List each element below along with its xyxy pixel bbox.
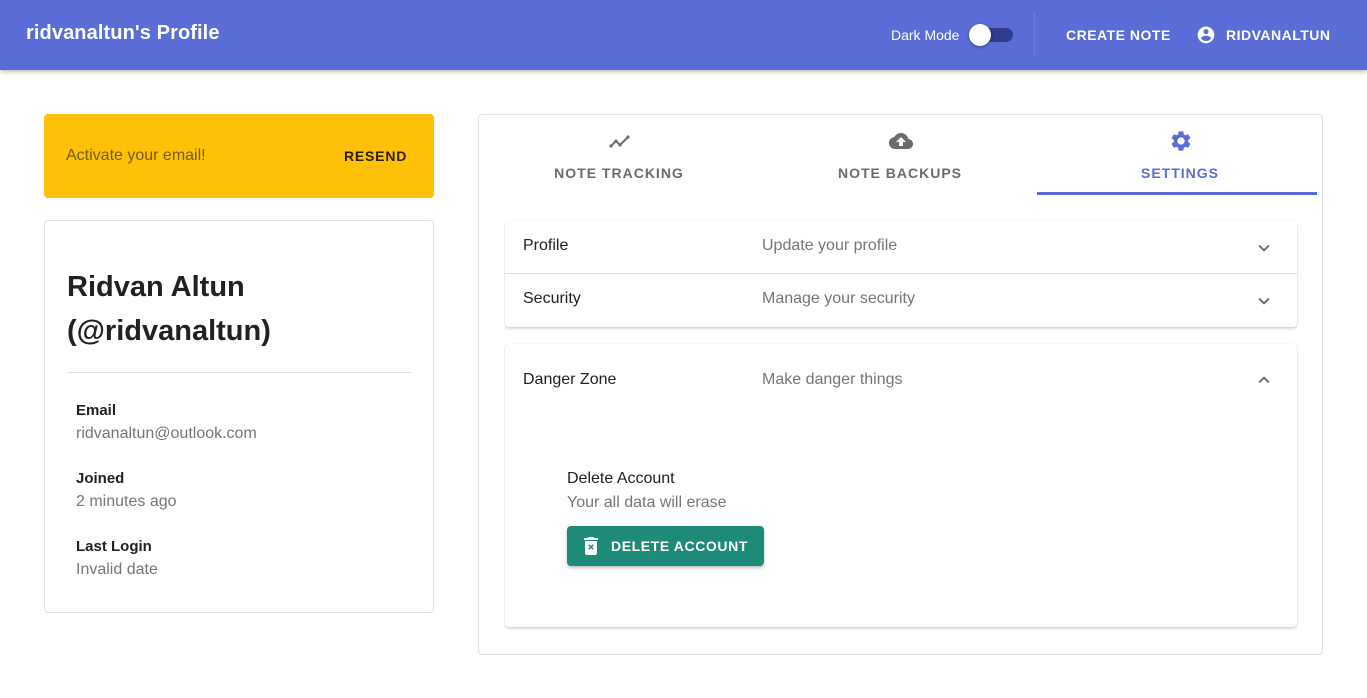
accordion-danger-zone: Danger Zone Make danger things Delete Ac… (505, 344, 1297, 627)
create-note-button[interactable]: CREATE NOTE (1058, 23, 1179, 47)
last-login-value: Invalid date (76, 561, 158, 578)
profile-card: Ridvan Altun (@ridvanaltun) Email ridvan… (44, 220, 434, 613)
trending-icon (609, 135, 630, 148)
dark-mode-label: Dark Mode (891, 27, 960, 43)
accordion-summary: Update your profile (762, 237, 898, 254)
danger-zone-header[interactable]: Danger Zone Make danger things (505, 344, 1297, 414)
tab-label: SETTINGS (1140, 165, 1219, 181)
last-login-label: Last Login (76, 538, 152, 555)
tab-indicator (1037, 192, 1317, 195)
chevron-down-icon (1258, 244, 1270, 252)
settings-panel: NOTE TRACKING NOTE BACKUPS SETTINGS Prof… (478, 114, 1323, 655)
delete-account-label: DELETE ACCOUNT (611, 538, 748, 554)
joined-value: 2 minutes ago (76, 493, 177, 510)
email-value: ridvanaltun@outlook.com (76, 425, 257, 442)
activate-email-alert: Activate your email! RESEND (44, 114, 434, 198)
alert-message: Activate your email! (66, 147, 206, 164)
app-bar: ridvanaltun's Profile Dark Mode CREATE N… (0, 0, 1367, 70)
accordion-heading: Security (523, 290, 581, 307)
profile-full-name: Ridvan Altun (67, 271, 245, 303)
user-menu-button[interactable]: RIDVANALTUN (1190, 23, 1337, 47)
joined-label: Joined (76, 470, 125, 487)
user-menu-label: RIDVANALTUN (1226, 27, 1331, 43)
tab-settings[interactable]: SETTINGS (1040, 115, 1320, 195)
tab-note-tracking[interactable]: NOTE TRACKING (479, 115, 759, 195)
delete-account-title: Delete Account (567, 470, 675, 487)
chevron-up-icon (1258, 376, 1270, 384)
delete-account-description: Your all data will erase (567, 494, 727, 511)
chevron-down-icon (1258, 297, 1270, 305)
accordion-security[interactable]: Security Manage your security (505, 274, 1297, 327)
settings-accordion: Profile Update your profile Security Man… (505, 221, 1297, 327)
divider (67, 372, 411, 373)
tab-note-backups[interactable]: NOTE BACKUPS (760, 115, 1040, 195)
tab-label: NOTE BACKUPS (837, 165, 962, 181)
toggle-thumb (969, 24, 991, 46)
appbar-divider (1034, 12, 1035, 58)
dark-mode-toggle[interactable] (969, 23, 1013, 47)
cloud-upload-icon (889, 133, 913, 149)
page-title: ridvanaltun's Profile (26, 22, 220, 44)
accordion-heading: Danger Zone (523, 371, 617, 388)
account-circle-icon (1197, 26, 1215, 44)
tab-label: NOTE TRACKING (554, 165, 684, 181)
accordion-summary: Manage your security (762, 290, 915, 307)
accordion-heading: Profile (523, 237, 569, 254)
accordion-profile[interactable]: Profile Update your profile (505, 221, 1297, 274)
trash-icon (584, 537, 598, 555)
profile-name: Ridvan Altun (@ridvanaltun) (67, 265, 417, 353)
profile-handle: (@ridvanaltun) (67, 315, 271, 347)
accordion-summary: Make danger things (762, 371, 903, 388)
email-label: Email (76, 402, 117, 419)
gear-icon (1171, 131, 1191, 151)
resend-button[interactable]: RESEND (334, 145, 417, 167)
delete-account-button[interactable]: DELETE ACCOUNT (567, 526, 764, 566)
